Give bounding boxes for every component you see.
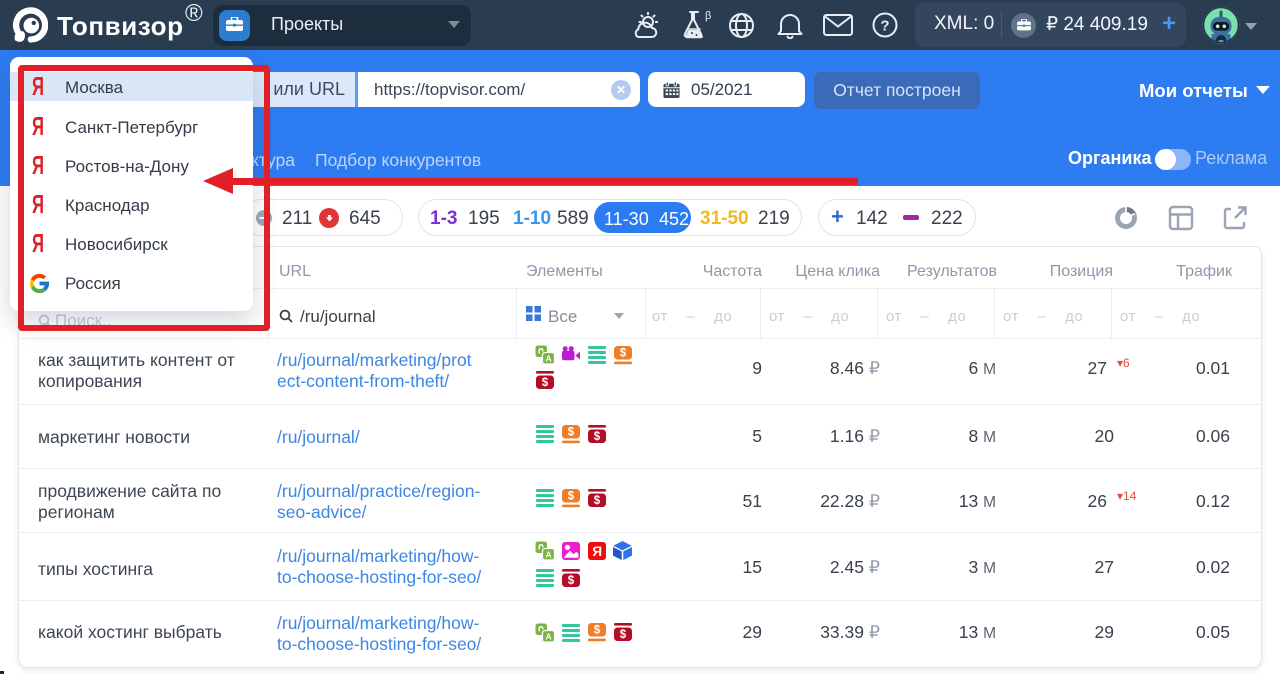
svg-text:β: β bbox=[705, 10, 711, 22]
svg-text:?: ? bbox=[880, 18, 889, 35]
